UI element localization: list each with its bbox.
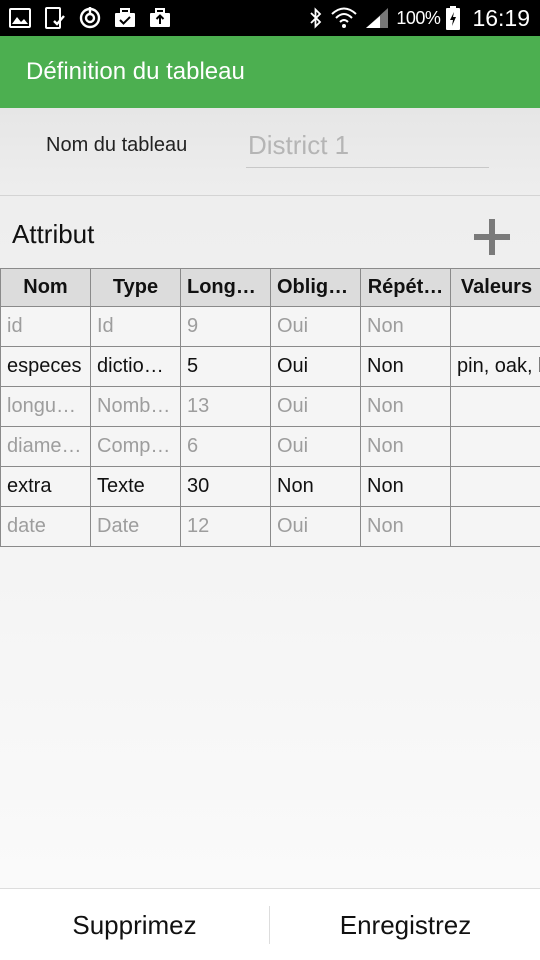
status-bar: 100% 16:19 (0, 0, 540, 36)
bluetooth-icon (310, 7, 322, 29)
cell-values[interactable] (450, 506, 540, 547)
cell-name[interactable]: diamet… (0, 426, 91, 467)
cell-required[interactable]: Oui (270, 346, 361, 387)
cell-required[interactable]: Non (270, 466, 361, 507)
cell-length[interactable]: 9 (180, 306, 271, 347)
cell-length[interactable]: 12 (180, 506, 271, 547)
cell-repeated[interactable]: Non (360, 386, 451, 427)
table-name-row: Nom du tableau (0, 108, 540, 195)
briefcase-upload-icon (150, 8, 170, 27)
add-attribute-button[interactable] (468, 213, 516, 261)
phone-check-icon (45, 7, 65, 29)
attribute-label: Attribut (12, 219, 95, 249)
cell-length[interactable]: 30 (180, 466, 271, 507)
cell-name[interactable]: extra (0, 466, 91, 507)
app-bar: Définition du tableau (0, 36, 540, 108)
attribute-table: Nom Type Longu… Obliga… Répét… Valeurs i… (0, 268, 540, 547)
battery-percentage: 100% (396, 7, 441, 28)
cell-repeated[interactable]: Non (360, 466, 451, 507)
attribute-header: Attribut (0, 196, 540, 268)
cell-type[interactable]: Comp… (90, 426, 181, 467)
attribute-table-container[interactable]: Nom Type Longu… Obliga… Répét… Valeurs i… (0, 268, 540, 548)
cell-values[interactable] (450, 386, 540, 427)
column-header-repetable[interactable]: Répét… (360, 268, 451, 307)
plus-icon (474, 219, 510, 255)
battery-charging-icon (446, 6, 461, 30)
cell-length[interactable]: 6 (180, 426, 271, 467)
cell-repeated[interactable]: Non (360, 426, 451, 467)
cell-length[interactable]: 13 (180, 386, 271, 427)
column-header-type[interactable]: Type (90, 268, 181, 307)
cell-type[interactable]: Texte (90, 466, 181, 507)
table-row[interactable]: diamet… Comp… 6 Oui Non (0, 426, 540, 467)
table-definition-form: Nom du tableau Attribut Nom Type Longu… (0, 108, 540, 888)
cell-name[interactable]: longue… (0, 386, 91, 427)
cell-type[interactable]: Id (90, 306, 181, 347)
briefcase-check-icon (115, 8, 135, 27)
wifi-icon (331, 7, 358, 28)
table-row[interactable]: date Date 12 Oui Non (0, 506, 540, 547)
page-title: Définition du tableau (26, 58, 245, 85)
cell-signal-icon (366, 8, 389, 28)
cell-type[interactable]: diction… (90, 346, 181, 387)
column-header-longueur[interactable]: Longu… (180, 268, 271, 307)
cell-values[interactable]: pin, oak, b (450, 346, 540, 387)
button-divider (269, 906, 270, 944)
delete-button[interactable]: Supprimez (0, 889, 269, 960)
notification-icons (8, 5, 172, 31)
cell-name[interactable]: date (0, 506, 91, 547)
cell-type[interactable]: Nombr… (90, 386, 181, 427)
cell-type[interactable]: Date (90, 506, 181, 547)
column-header-valeurs[interactable]: Valeurs (450, 268, 540, 307)
cell-values[interactable] (450, 306, 540, 347)
clock: 16:19 (472, 4, 530, 31)
cell-required[interactable]: Oui (270, 386, 361, 427)
cell-required[interactable]: Oui (270, 506, 361, 547)
table-name-label: Nom du tableau (46, 134, 188, 156)
table-name-input[interactable] (246, 124, 489, 168)
cell-required[interactable]: Oui (270, 306, 361, 347)
cell-name[interactable]: id (0, 306, 91, 347)
image-icon (9, 8, 31, 28)
cell-values[interactable] (450, 466, 540, 507)
column-header-obligatoire[interactable]: Obliga… (270, 268, 361, 307)
column-header-nom[interactable]: Nom (0, 268, 91, 307)
cell-repeated[interactable]: Non (360, 346, 451, 387)
cell-name[interactable]: especes (0, 346, 91, 387)
sync-icon (79, 7, 101, 29)
cell-repeated[interactable]: Non (360, 506, 451, 547)
cell-values[interactable] (450, 426, 540, 467)
table-header-row: Nom Type Longu… Obliga… Répét… Valeurs (0, 268, 540, 307)
table-row[interactable]: longue… Nombr… 13 Oui Non (0, 386, 540, 427)
cell-repeated[interactable]: Non (360, 306, 451, 347)
cell-required[interactable]: Oui (270, 426, 361, 467)
save-button[interactable]: Enregistrez (271, 889, 540, 960)
system-indicators: 100% 16:19 (308, 0, 530, 36)
table-row[interactable]: extra Texte 30 Non Non (0, 466, 540, 507)
table-row[interactable]: especesdiction…5OuiNonpin, oak, b (0, 346, 540, 387)
table-row[interactable]: id Id 9 Oui Non (0, 306, 540, 347)
bottom-action-bar: Supprimez Enregistrez (0, 888, 540, 960)
cell-length[interactable]: 5 (180, 346, 271, 387)
